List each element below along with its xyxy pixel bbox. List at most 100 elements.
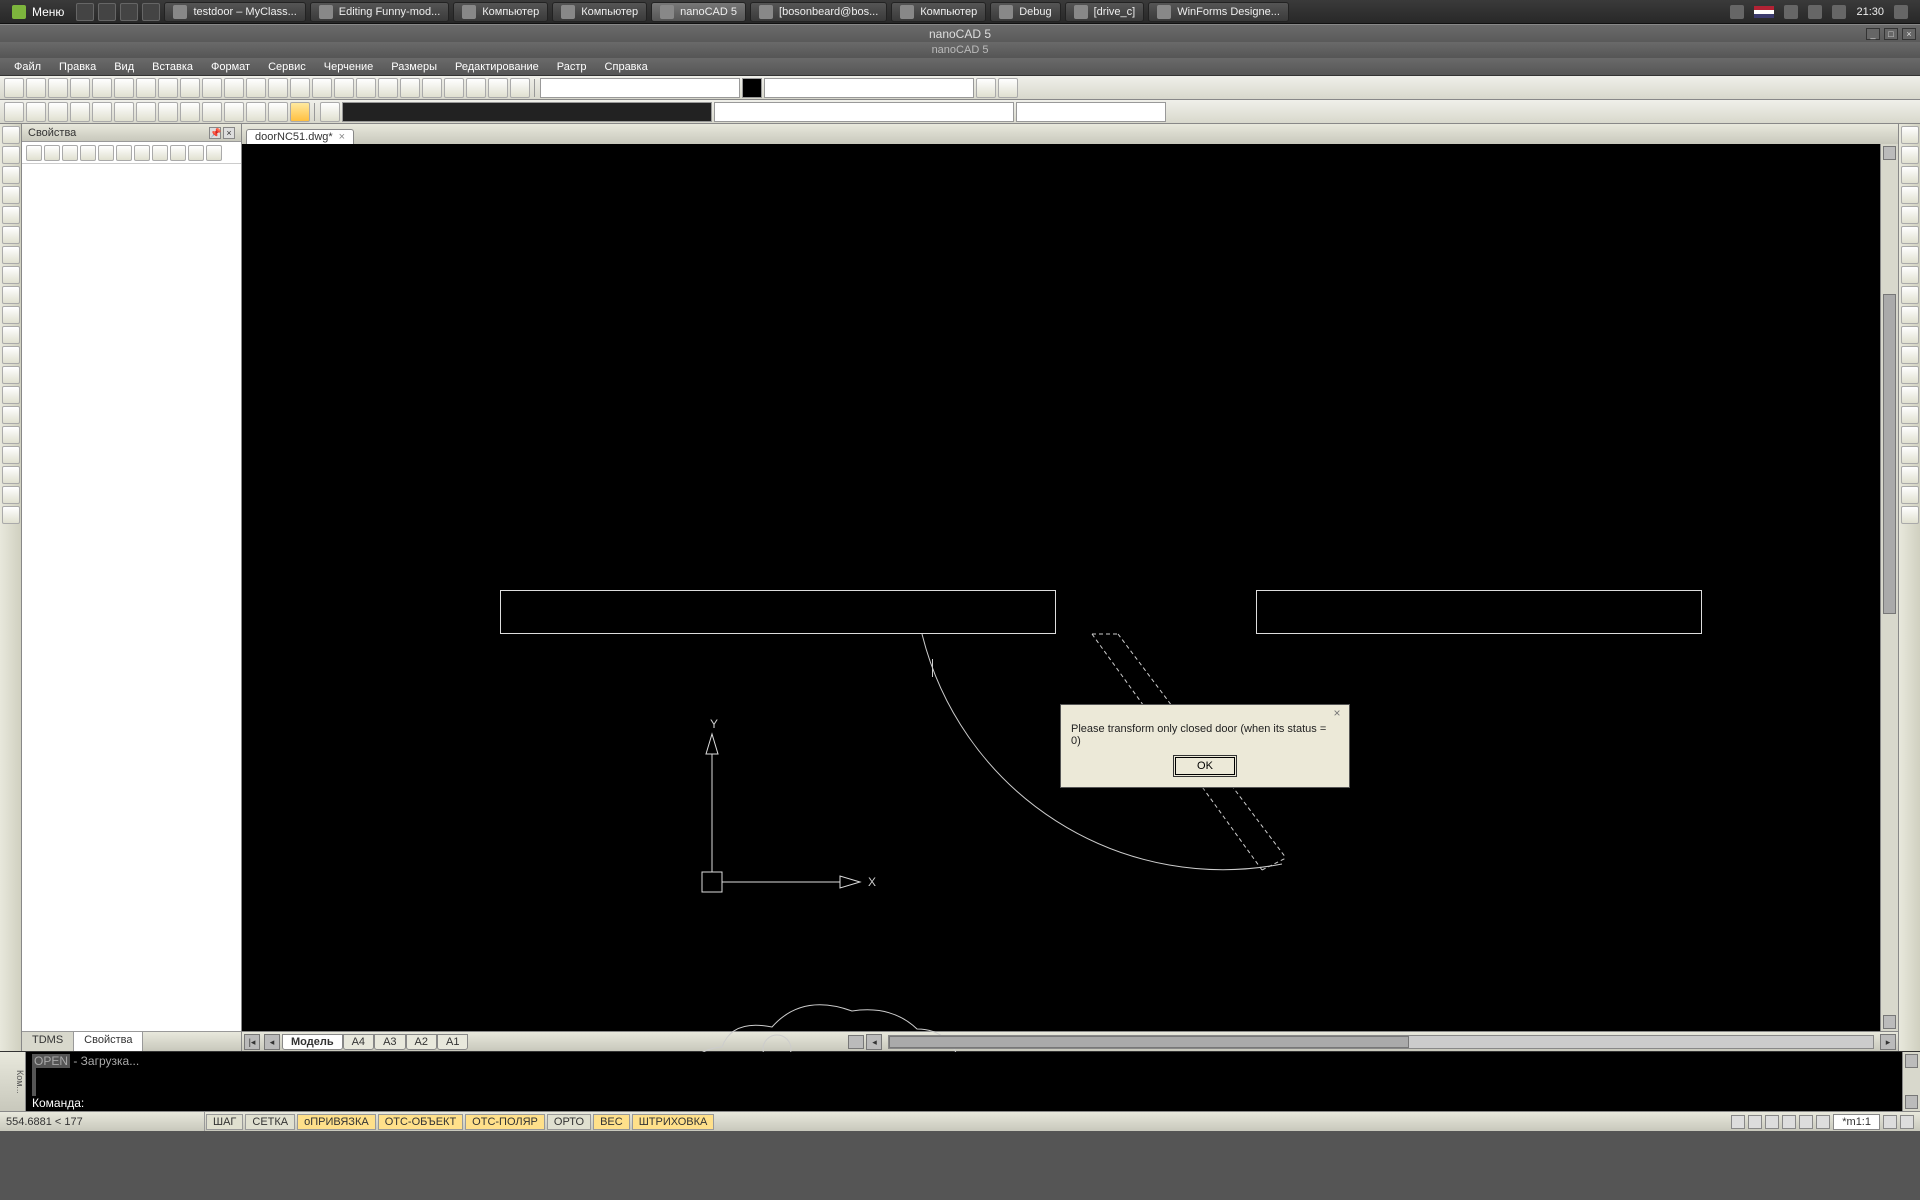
command-scrollbar[interactable] — [1902, 1052, 1920, 1111]
toolbar-button[interactable] — [48, 102, 68, 122]
dialog-titlebar[interactable]: × — [1061, 705, 1349, 715]
taskbar-app[interactable]: nanoCAD 5 — [651, 2, 746, 22]
toolbar-button[interactable] — [136, 102, 156, 122]
menu-item[interactable]: Редактирование — [447, 61, 547, 73]
clock[interactable]: 21:30 — [1856, 6, 1884, 18]
scroll-down-arrow-icon[interactable] — [1883, 1015, 1896, 1029]
menu-item[interactable]: Растр — [549, 61, 595, 73]
toolbar-button[interactable] — [290, 78, 310, 98]
status-toggle[interactable]: ОТС-ПОЛЯР — [465, 1114, 545, 1130]
toolbar-button[interactable] — [268, 78, 288, 98]
os-start-menu[interactable]: Меню — [4, 5, 72, 19]
menu-item[interactable]: Справка — [597, 61, 656, 73]
modify-tool-button[interactable] — [1901, 186, 1919, 204]
draw-tool-button[interactable] — [2, 286, 20, 304]
minimize-button[interactable]: _ — [1866, 28, 1880, 40]
status-icon[interactable] — [1799, 1115, 1813, 1129]
menu-item[interactable]: Правка — [51, 61, 104, 73]
toolbar-button[interactable] — [4, 102, 24, 122]
draw-tool-button[interactable] — [2, 446, 20, 464]
toolbar-button[interactable] — [26, 78, 46, 98]
hscroll-thumb[interactable] — [889, 1036, 1409, 1048]
modify-tool-button[interactable] — [1901, 486, 1919, 504]
prop-tool-button[interactable] — [80, 145, 96, 161]
modify-tool-button[interactable] — [1901, 386, 1919, 404]
properties-titlebar[interactable]: Свойства 📌× — [22, 124, 241, 142]
modify-tool-button[interactable] — [1901, 306, 1919, 324]
prop-tool-button[interactable] — [134, 145, 150, 161]
modify-tool-button[interactable] — [1901, 406, 1919, 424]
modify-tool-button[interactable] — [1901, 446, 1919, 464]
status-toggle[interactable]: ОТС-ОБЪЕКТ — [378, 1114, 463, 1130]
canvas-hscrollbar[interactable] — [888, 1035, 1874, 1049]
modify-tool-button[interactable] — [1901, 246, 1919, 264]
toolbar-button[interactable] — [444, 78, 464, 98]
combo-3[interactable] — [1016, 102, 1166, 122]
sheet-tab[interactable]: A1 — [437, 1034, 468, 1050]
toolbar-button[interactable] — [510, 78, 530, 98]
sheet-tab[interactable]: A2 — [406, 1034, 437, 1050]
quicklaunch-icon[interactable] — [120, 3, 138, 21]
modify-tool-button[interactable] — [1901, 286, 1919, 304]
status-icon[interactable] — [1782, 1115, 1796, 1129]
canvas[interactable]: Y X × Please transform only closed door … — [242, 144, 1880, 1031]
menu-item[interactable]: Вид — [106, 61, 142, 73]
toolbar-button[interactable] — [488, 78, 508, 98]
toolbar-button[interactable] — [246, 78, 266, 98]
taskbar-app[interactable]: Компьютер — [891, 2, 986, 22]
toolbar-button[interactable] — [312, 78, 332, 98]
status-toggle[interactable]: ВЕС — [593, 1114, 630, 1130]
modify-tool-button[interactable] — [1901, 166, 1919, 184]
draw-tool-button[interactable] — [2, 386, 20, 404]
taskbar-app[interactable]: Компьютер — [453, 2, 548, 22]
status-icon[interactable] — [1765, 1115, 1779, 1129]
scroll-up-arrow-icon[interactable] — [1905, 1054, 1918, 1068]
status-icon[interactable] — [1900, 1115, 1914, 1129]
modify-tool-button[interactable] — [1901, 346, 1919, 364]
menu-item[interactable]: Черчение — [316, 61, 382, 73]
modify-tool-button[interactable] — [1901, 146, 1919, 164]
toolbar-button[interactable] — [202, 78, 222, 98]
user-icon[interactable] — [1730, 5, 1744, 19]
taskbar-app[interactable]: [bosonbeard@bos... — [750, 2, 887, 22]
draw-tool-button[interactable] — [2, 406, 20, 424]
status-scale[interactable]: *m1:1 — [1833, 1114, 1880, 1130]
panel-close-icon[interactable]: × — [223, 127, 235, 139]
status-toggle[interactable]: ШАГ — [206, 1114, 243, 1130]
toolbar-button[interactable] — [92, 78, 112, 98]
toolbar-button[interactable] — [224, 78, 244, 98]
scroll-down-arrow-icon[interactable] — [1905, 1095, 1918, 1109]
taskbar-app[interactable]: testdoor – MyClass... — [164, 2, 305, 22]
command-grip[interactable]: Ком... — [0, 1052, 26, 1111]
toolbar-button[interactable] — [400, 78, 420, 98]
toolbar-button[interactable] — [466, 78, 486, 98]
keyboard-layout-icon[interactable] — [1754, 6, 1774, 18]
prop-tool-button[interactable] — [206, 145, 222, 161]
status-toggle[interactable]: СЕТКА — [245, 1114, 295, 1130]
taskbar-app[interactable]: WinForms Designe... — [1148, 2, 1289, 22]
toolbar-button[interactable] — [320, 102, 340, 122]
sheet-tab[interactable]: Модель — [282, 1034, 343, 1050]
draw-tool-button[interactable] — [2, 466, 20, 484]
quicklaunch-icon[interactable] — [98, 3, 116, 21]
modify-tool-button[interactable] — [1901, 506, 1919, 524]
draw-tool-button[interactable] — [2, 126, 20, 144]
toolbar-button[interactable] — [114, 102, 134, 122]
menu-item[interactable]: Размеры — [383, 61, 445, 73]
toolbar-button[interactable] — [976, 78, 996, 98]
status-icon[interactable] — [1816, 1115, 1830, 1129]
toolbar-button[interactable] — [70, 78, 90, 98]
maximize-button[interactable]: □ — [1884, 28, 1898, 40]
draw-tool-button[interactable] — [2, 226, 20, 244]
modify-tool-button[interactable] — [1901, 366, 1919, 384]
dialog-ok-button[interactable]: OK — [1173, 755, 1237, 777]
toolbar-button[interactable] — [26, 102, 46, 122]
draw-tool-button[interactable] — [2, 146, 20, 164]
hscroll-right-icon[interactable]: ▸ — [1880, 1034, 1896, 1050]
command-body[interactable]: OPEN - Загрузка... Команда: — [26, 1052, 1902, 1111]
draw-tool-button[interactable] — [2, 506, 20, 524]
draw-tool-button[interactable] — [2, 306, 20, 324]
properties-tab[interactable]: Свойства — [74, 1032, 143, 1051]
status-toggle[interactable]: оПРИВЯЗКА — [297, 1114, 376, 1130]
toolbar-button[interactable] — [334, 78, 354, 98]
